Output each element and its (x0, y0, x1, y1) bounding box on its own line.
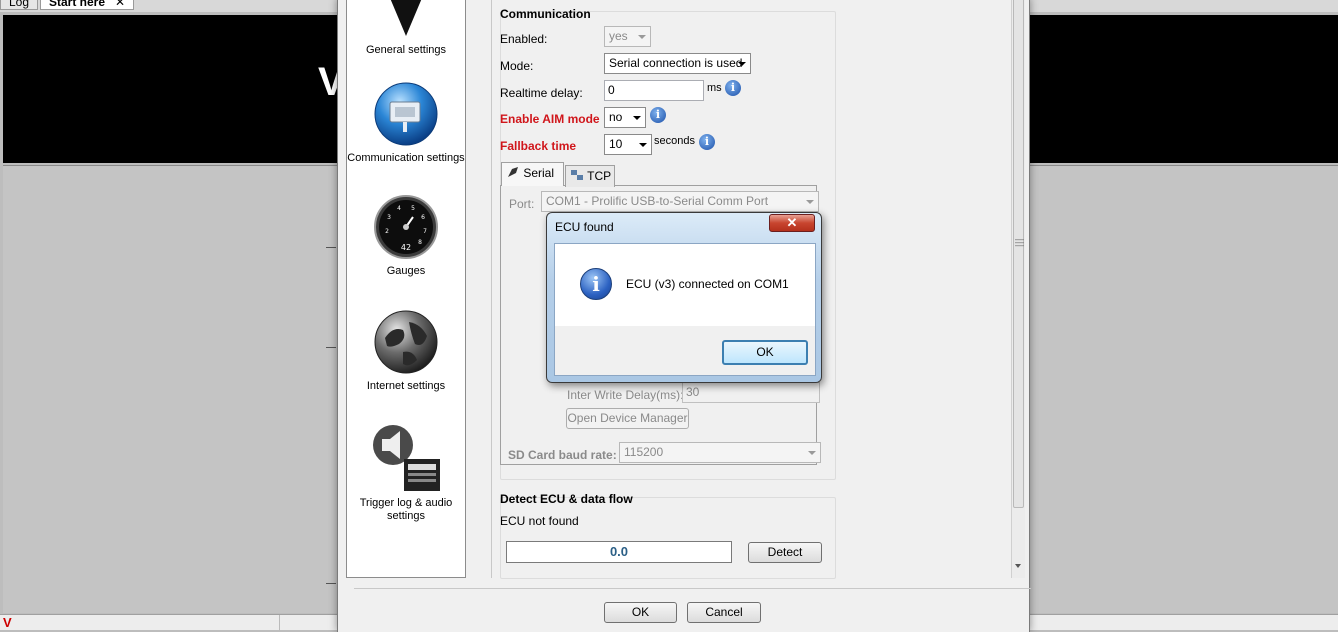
dialog-footer: OK (554, 326, 816, 376)
inter-write-delay-label: Inter Write Delay(ms): (567, 388, 684, 402)
svg-text:3: 3 (387, 214, 391, 221)
realtime-delay-value: 0 (608, 83, 615, 97)
detect-group (500, 497, 836, 579)
gauge-value-text: 42 (401, 243, 411, 252)
sd-baud-select[interactable]: 115200 (619, 442, 821, 463)
port-value: COM1 - Prolific USB-to-Serial Comm Port (546, 194, 769, 208)
info-icon[interactable]: i (725, 80, 741, 96)
serial-cable-icon (508, 167, 518, 177)
detect-progress-bar: 0.0 (506, 541, 732, 563)
gauge-icon: 2 34 56 78 42 (374, 195, 438, 259)
tab-tcp-label: TCP (587, 169, 612, 183)
port-select[interactable]: COM1 - Prolific USB-to-Serial Comm Port (541, 191, 819, 212)
nav-communication-settings[interactable]: Communication settings (347, 80, 465, 165)
inter-write-delay-value: 30 (686, 385, 700, 399)
fallback-time-label: Fallback time (500, 139, 577, 153)
chevron-down-icon (738, 62, 746, 66)
tab-serial-label: Serial (523, 166, 555, 180)
mode-value: Serial connection is used (609, 56, 743, 70)
chevron-down-icon (638, 35, 646, 39)
svg-text:7: 7 (423, 228, 427, 235)
vemstune-logo-icon (390, 0, 422, 36)
nav-gauges[interactable]: 2 34 56 78 42 Gauges (347, 193, 465, 278)
detect-title: Detect ECU & data flow (500, 492, 633, 506)
status-segment (0, 615, 280, 631)
chevron-down-icon (806, 200, 814, 204)
mode-select[interactable]: Serial connection is used (604, 53, 751, 74)
network-port-icon (374, 82, 438, 146)
ecu-found-dialog: ECU found ✕ i ECU (v3) connected on COM1… (546, 212, 822, 383)
settings-nav: General settings Communication settings … (346, 0, 466, 578)
ok-button[interactable]: OK (604, 602, 677, 623)
inter-write-delay-input[interactable]: 30 (682, 382, 820, 403)
port-label: Port: (509, 197, 535, 211)
cancel-button[interactable]: Cancel (687, 602, 761, 623)
dialog-body: i ECU (v3) connected on COM1 (554, 243, 816, 326)
dialog-message: ECU (v3) connected on COM1 (626, 277, 789, 291)
vertical-scrollbar[interactable]: — — — (1011, 0, 1025, 578)
tab-start-here-label: Start here (49, 0, 106, 9)
svg-text:2: 2 (385, 228, 389, 235)
mode-label: Mode: (500, 59, 534, 73)
nav-label: Trigger log & audio settings (359, 497, 453, 522)
nav-label: Gauges (386, 265, 426, 277)
chevron-down-icon (808, 451, 816, 455)
ruler-tick (326, 247, 336, 248)
footer-separator (354, 588, 1031, 589)
svg-text:5: 5 (411, 205, 415, 212)
enabled-label: Enabled: (500, 32, 548, 46)
close-button[interactable]: ✕ (769, 214, 815, 232)
fallback-time-value: 10 (609, 137, 623, 151)
aim-mode-label: Enable AIM mode (500, 112, 600, 126)
ruler-tick (326, 347, 336, 348)
sd-baud-label: SD Card baud rate: (508, 448, 617, 462)
grip-icon: — — — (1015, 234, 1024, 250)
dialog-title: ECU found (555, 220, 614, 234)
tab-tcp[interactable]: TCP (565, 165, 615, 187)
aim-mode-select[interactable]: no (604, 107, 646, 128)
info-icon: i (580, 268, 612, 300)
scroll-down-icon[interactable] (1015, 564, 1021, 568)
realtime-delay-input[interactable]: 0 (604, 80, 704, 101)
tab-log-label: Log (9, 0, 30, 9)
svg-text:8: 8 (418, 239, 422, 246)
detect-button[interactable]: Detect (748, 542, 822, 563)
enabled-value: yes (609, 29, 628, 43)
tab-serial[interactable]: Serial (501, 162, 564, 186)
chevron-down-icon (639, 143, 647, 147)
scrollbar-thumb[interactable] (1013, 0, 1024, 508)
info-icon[interactable]: i (699, 134, 715, 150)
aim-mode-value: no (609, 110, 623, 124)
fallback-time-select[interactable]: 10 (604, 134, 652, 155)
enabled-select[interactable]: yes (604, 26, 651, 47)
communication-title: Communication (500, 7, 591, 21)
ecu-status: ECU not found (500, 514, 579, 528)
info-icon[interactable]: i (650, 107, 666, 123)
ruler-tick (326, 583, 336, 584)
speaker-log-icon (373, 425, 440, 491)
nav-label: Communication settings (347, 152, 465, 164)
dialog-ok-button[interactable]: OK (722, 340, 808, 365)
globe-icon (374, 310, 438, 374)
tab-start-here[interactable]: Start here ✕ (40, 0, 135, 10)
nav-trigger-log-audio[interactable]: Trigger log & audio settings (347, 423, 465, 523)
nav-label: General settings (365, 44, 447, 56)
nav-label: Internet settings (366, 380, 446, 392)
close-icon[interactable]: ✕ (115, 0, 125, 9)
svg-text:4: 4 (397, 205, 401, 212)
realtime-unit: ms (707, 82, 722, 94)
chevron-down-icon (633, 116, 641, 120)
sd-baud-value: 115200 (624, 445, 664, 459)
network-icon (571, 170, 583, 180)
nav-general-settings[interactable]: General settings (347, 0, 465, 57)
realtime-delay-label: Realtime delay: (500, 86, 583, 100)
fallback-unit: seconds (654, 135, 695, 147)
tab-log[interactable]: Log (0, 0, 39, 10)
nav-internet-settings[interactable]: Internet settings (347, 308, 465, 393)
svg-text:6: 6 (421, 214, 425, 221)
open-device-manager-button[interactable]: Open Device Manager (566, 408, 689, 429)
